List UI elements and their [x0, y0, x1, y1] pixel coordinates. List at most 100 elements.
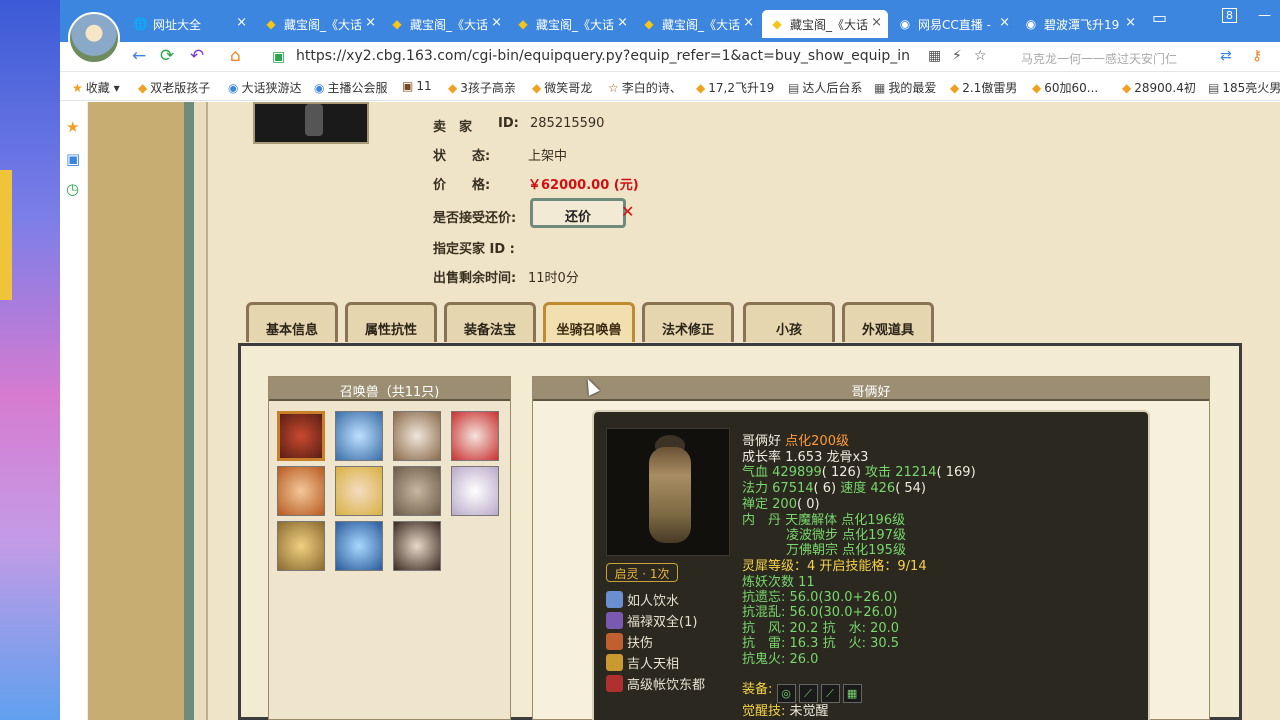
minimize-icon[interactable]: —: [1258, 8, 1271, 23]
star-icon[interactable]: ☆: [974, 48, 987, 64]
bookmark-item[interactable]: ☆ 李白的诗、: [608, 79, 682, 96]
reader-icon[interactable]: ▣: [66, 150, 80, 168]
close-icon[interactable]: ×: [236, 15, 247, 30]
pet-slot[interactable]: [393, 466, 441, 516]
tab-8[interactable]: ◉ 碧波潭飞升19 ×: [1016, 10, 1142, 38]
mp-spd-line: 法力 67514( 6) 速度 426( 54): [742, 481, 927, 496]
bookmark-item[interactable]: ▤ 达人后台系: [788, 79, 862, 96]
lingxi-line: 灵犀等级：4 开启技能格：9/14: [742, 559, 927, 574]
bookmark-item[interactable]: ◆ 3孩子高亲: [448, 79, 516, 96]
bookmark-item[interactable]: ◆ 17,2飞升19: [696, 79, 774, 96]
counter-offer-button[interactable]: 还价: [530, 198, 626, 228]
tab-attributes[interactable]: 属性抗性: [345, 302, 437, 342]
tab-6-active[interactable]: ◆ 藏宝阁_《大话 ×: [762, 10, 888, 38]
home-icon[interactable]: ⌂: [230, 46, 241, 66]
close-icon[interactable]: ×: [1125, 15, 1136, 30]
skill-item[interactable]: 高级帐饮东都: [606, 674, 705, 693]
close-icon[interactable]: ✕: [621, 202, 634, 221]
search-input[interactable]: 马克龙一何一一感过天安门仁: [995, 45, 1245, 69]
tab-bar: 🌐 网址大全 × ◆ 藏宝阁_《大话 × ◆ 藏宝阁_《大话 × ◆ 藏宝阁_《大话 × ◆ 藏宝…: [60, 0, 1280, 42]
pet-slot[interactable]: [277, 466, 325, 516]
zen-line: 禅定 200( 0): [742, 497, 820, 512]
history-icon[interactable]: ◷: [66, 180, 79, 198]
treasure-icon: ◆: [950, 81, 960, 95]
bookmark-item[interactable]: ◆ 2.1傲雷男: [950, 79, 1017, 96]
new-tab-icon[interactable]: ▭: [1152, 8, 1167, 27]
lianyao-line: 炼妖次数 11: [742, 575, 815, 590]
bookmark-item[interactable]: ◉ 主播公会服: [314, 79, 388, 96]
tab-equipment[interactable]: 装备法宝: [444, 302, 536, 342]
equip-slot-icon[interactable]: ⟋: [820, 684, 840, 703]
grid-icon: ▦: [874, 81, 886, 95]
bookmark-item[interactable]: ◆ 60加60...: [1032, 79, 1098, 96]
pet-list-box: 召唤兽（共11只): [268, 376, 511, 720]
bookmark-item[interactable]: ★ 收藏 ▾: [72, 79, 120, 96]
equip-slot-icon[interactable]: ▦: [842, 684, 862, 703]
refresh-icon[interactable]: ⟳: [160, 46, 174, 66]
pet-slot[interactable]: [335, 466, 383, 516]
close-icon[interactable]: ×: [871, 15, 882, 30]
res-line: 抗 风: 20.2 抗 水: 20.0: [742, 621, 900, 636]
pet-slot[interactable]: [393, 521, 441, 571]
game-icon: ▣: [402, 79, 414, 93]
side-toolbar: ★ ▣ ◷: [60, 102, 88, 720]
skill-item[interactable]: 扶伤: [606, 632, 653, 651]
pet-slot[interactable]: [451, 411, 499, 461]
skill-item[interactable]: 如人饮水: [606, 590, 679, 609]
skill-item[interactable]: 福禄双全(1): [606, 611, 697, 630]
tab-pets[interactable]: 坐骑召唤兽: [543, 302, 635, 342]
tab-3[interactable]: ◆ 藏宝阁_《大话 ×: [382, 10, 508, 38]
key-icon[interactable]: ⚷: [1252, 48, 1262, 64]
tab-1[interactable]: 🌐 网址大全 ×: [125, 10, 253, 38]
pet-slot[interactable]: [277, 521, 325, 571]
back-icon[interactable]: ←: [132, 46, 146, 66]
close-icon[interactable]: ×: [999, 15, 1010, 30]
neidan-line-3: 万佛朝宗 点化195级: [786, 543, 906, 558]
tab-2[interactable]: ◆ 藏宝阁_《大话 ×: [256, 10, 382, 38]
skill-item[interactable]: 吉人天相: [606, 653, 679, 672]
res-line: 抗 雷: 16.3 抗 火: 30.5: [742, 636, 900, 651]
pet-slot[interactable]: [335, 411, 383, 461]
equip-slot-icon[interactable]: ◎: [776, 684, 796, 703]
bookmark-item[interactable]: ▣ 11: [402, 79, 432, 93]
tab-appearance[interactable]: 外观道具: [842, 302, 934, 342]
doc-icon: ▤: [788, 81, 800, 95]
bookmark-item[interactable]: ◆ 双老版孩子: [138, 79, 210, 96]
pet-slot[interactable]: [335, 521, 383, 571]
url-input[interactable]: ▣ https://xy2.cbg.163.com/cgi-bin/equipqu…: [260, 45, 910, 69]
bookmark-item[interactable]: ▦ 我的最爱: [874, 79, 936, 96]
skill-icon: [606, 675, 623, 692]
tab-4[interactable]: ◆ 藏宝阁_《大话 ×: [508, 10, 634, 38]
sync-icon[interactable]: ⇄: [1220, 48, 1232, 64]
bookmark-item[interactable]: ▤ 185亮火男: [1208, 79, 1280, 96]
close-icon[interactable]: ×: [617, 15, 628, 30]
pet-slot[interactable]: [451, 466, 499, 516]
treasure-icon: ◆: [696, 81, 706, 95]
avatar[interactable]: [68, 12, 120, 64]
close-icon[interactable]: ×: [491, 15, 502, 30]
pet-detail-header: 哥俩好: [533, 377, 1209, 401]
treasure-icon: ◆: [392, 17, 402, 31]
skill-icon: [606, 612, 623, 629]
neidan-line-2: 凌波微步 点化197级: [786, 528, 906, 543]
close-icon[interactable]: ×: [365, 15, 376, 30]
favorites-icon[interactable]: ★: [66, 118, 79, 136]
tab-spells[interactable]: 法术修正: [642, 302, 734, 342]
bookmark-item[interactable]: ◆ 微笑哥龙: [532, 79, 592, 96]
close-icon[interactable]: ×: [743, 15, 754, 30]
equip-slot-icon[interactable]: ⟋: [798, 684, 818, 703]
tab-basic-info[interactable]: 基本信息: [246, 302, 338, 342]
remaining-time-row: 出售剩余时间: 11时0分: [433, 271, 579, 286]
pet-slot[interactable]: [393, 411, 441, 461]
tab-child[interactable]: 小孩: [743, 302, 835, 342]
treasure-icon: ◆: [644, 17, 654, 31]
undo-icon[interactable]: ↶: [190, 46, 204, 66]
pet-slot[interactable]: [277, 411, 325, 461]
lightning-icon[interactable]: ⚡: [952, 48, 962, 64]
bookmark-item[interactable]: ◆ 28900.4初: [1122, 79, 1196, 96]
tab-7[interactable]: ◉ 网易CC直播 - ×: [890, 10, 1016, 38]
tab-5[interactable]: ◆ 藏宝阁_《大话 ×: [634, 10, 760, 38]
qr-icon[interactable]: ▦: [928, 48, 941, 64]
bookmark-item[interactable]: ◉ 大话狭游达: [228, 79, 302, 96]
tab-count-badge[interactable]: 8: [1222, 8, 1237, 23]
